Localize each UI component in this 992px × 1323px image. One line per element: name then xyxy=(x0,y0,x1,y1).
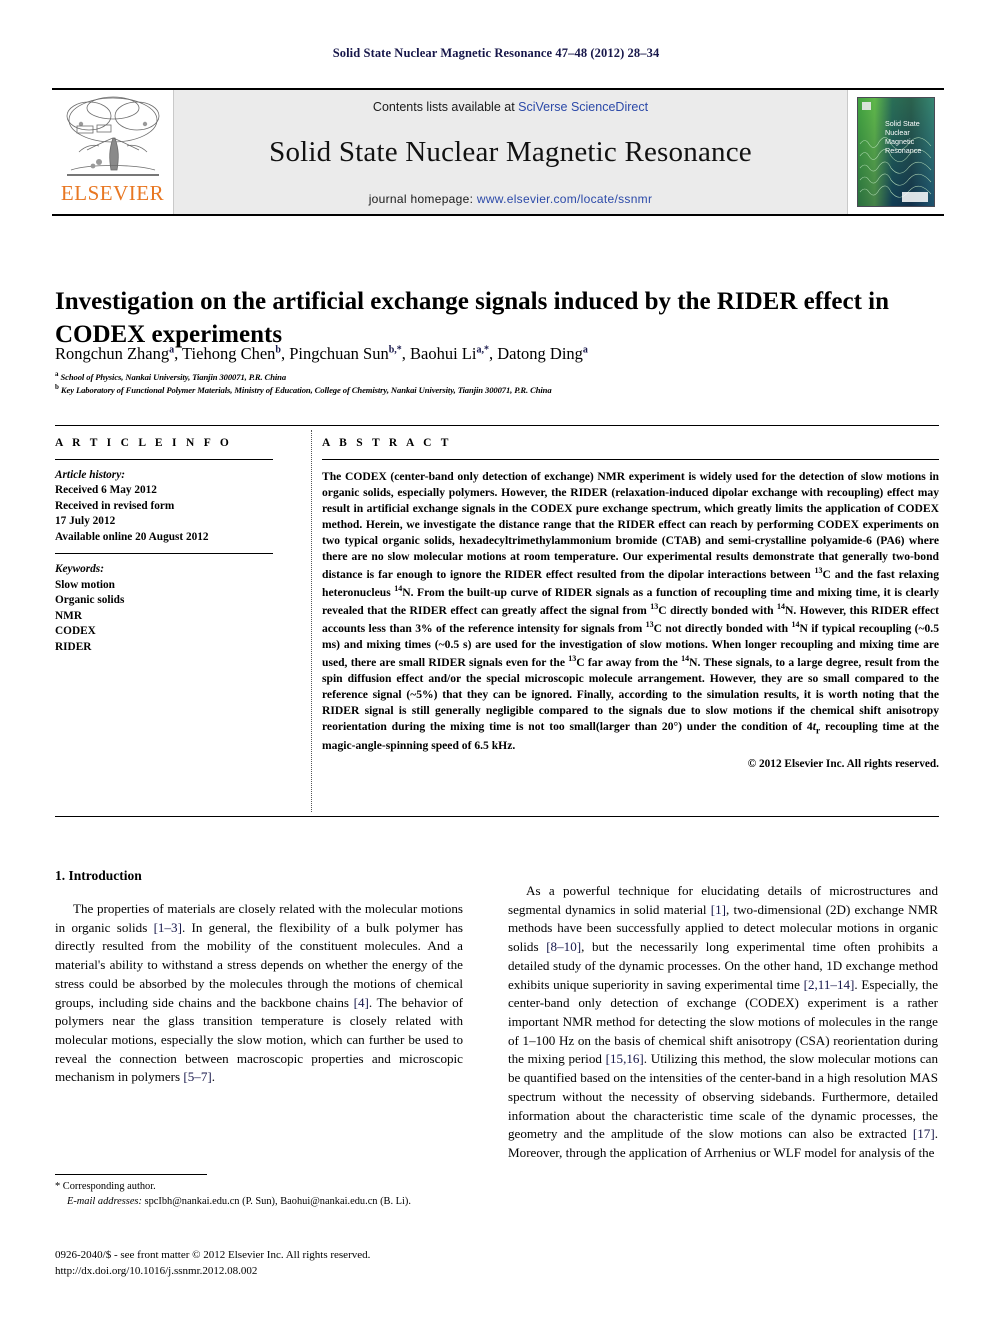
keyword-item: Organic solids xyxy=(55,594,125,607)
affiliation-b: b Key Laboratory of Functional Polymer M… xyxy=(55,383,552,395)
contents-available-line: Contents lists available at SciVerse Sci… xyxy=(373,100,648,114)
band-top-rule xyxy=(55,425,939,426)
contents-prefix: Contents lists available at xyxy=(372,100,519,114)
article-history-line: Received in revised form xyxy=(55,499,175,512)
abstract-column: A B S T R A C T The CODEX (center-band o… xyxy=(322,437,939,770)
sciencedirect-link[interactable]: SciVerse ScienceDirect xyxy=(518,100,648,114)
email-values[interactable]: spcIbh@nankai.edu.cn (P. Sun), Baohui@na… xyxy=(142,1196,411,1207)
author-affil-marker: a,* xyxy=(476,344,489,356)
band-column-divider xyxy=(311,430,312,812)
masthead-center: Contents lists available at SciVerse Sci… xyxy=(174,90,847,214)
article-history-line: Available online 20 August 2012 xyxy=(55,530,209,543)
paragraph-intro-right: As a powerful technique for elucidating … xyxy=(508,883,939,1161)
journal-title: Solid State Nuclear Magnetic Resonance xyxy=(269,136,752,168)
svg-text:Nuclear: Nuclear xyxy=(885,128,910,137)
article-history-label: Article history: xyxy=(55,469,125,481)
keywords-rule xyxy=(55,553,273,555)
abstract-rule xyxy=(322,459,939,460)
keyword-item: RIDER xyxy=(55,640,92,653)
section-heading-introduction: 1. Introduction xyxy=(55,868,142,883)
body-column-right: As a powerful technique for elucidating … xyxy=(508,882,938,1163)
keyword-item: CODEX xyxy=(55,625,96,638)
journal-cover-image: Solid State Nuclear Magnetic Resonance xyxy=(857,97,935,207)
author-list: Rongchun Zhanga, Tiehong Chenb, Pingchua… xyxy=(55,344,588,363)
doi-link[interactable]: http://dx.doi.org/10.1016/j.ssnmr.2012.0… xyxy=(55,1264,555,1280)
article-info-column: A R T I C L E I N F O Article history: R… xyxy=(55,437,295,655)
affil-marker-a: a xyxy=(55,370,59,378)
article-history-line: 17 July 2012 xyxy=(55,515,116,528)
imprint-block: 0926-2040/$ - see front matter © 2012 El… xyxy=(55,1248,555,1280)
article-history-block: Article history: Received 6 May 2012 Rec… xyxy=(55,468,295,545)
page-title: Investigation on the artificial exchange… xyxy=(55,287,890,348)
email-label: E-mail addresses: xyxy=(67,1195,142,1207)
author-affil-marker: a xyxy=(169,344,175,356)
journal-homepage-link[interactable]: www.elsevier.com/locate/ssnmr xyxy=(477,192,652,206)
body-column-left: 1. Introduction The properties of materi… xyxy=(55,868,463,1087)
keyword-item: NMR xyxy=(55,609,82,622)
article-history-line: Received 6 May 2012 xyxy=(55,484,157,497)
abstract-text: The CODEX (center-band only detection of… xyxy=(322,470,940,752)
journal-cover-block: Solid State Nuclear Magnetic Resonance xyxy=(847,90,944,214)
svg-text:Solid State: Solid State xyxy=(885,119,920,128)
journal-homepage-line: journal homepage: www.elsevier.com/locat… xyxy=(369,192,653,206)
footnote-rule xyxy=(55,1174,207,1175)
issn-front-matter: 0926-2040/$ - see front matter © 2012 El… xyxy=(55,1249,371,1261)
affil-marker-b: b xyxy=(55,383,59,391)
article-info-heading: A R T I C L E I N F O xyxy=(55,437,233,449)
affiliation-a: a School of Physics, Nankai University, … xyxy=(55,370,287,382)
keyword-item: Slow motion xyxy=(55,578,115,591)
journal-masthead: ELSEVIER Contents lists available at Sci… xyxy=(52,88,944,216)
svg-text:Resonance: Resonance xyxy=(885,146,921,155)
footnote-block: * Corresponding author. E-mail addresses… xyxy=(55,1180,485,1210)
author-affil-marker: a xyxy=(582,344,588,356)
keywords-block: Keywords: Slow motion Organic solids NMR… xyxy=(55,562,295,655)
homepage-prefix: journal homepage: xyxy=(368,192,477,206)
author-affil-marker: b xyxy=(275,344,281,356)
corresponding-author-note: * Corresponding author. xyxy=(55,1181,156,1192)
abstract-copyright: © 2012 Elsevier Inc. All rights reserved… xyxy=(747,757,939,770)
svg-text:Magnetic: Magnetic xyxy=(885,137,915,146)
elsevier-tree-icon xyxy=(59,94,167,182)
author-affil-marker: b,* xyxy=(388,344,402,356)
running-head: Solid State Nuclear Magnetic Resonance 4… xyxy=(332,46,660,60)
paper-page: Solid State Nuclear Magnetic Resonance 4… xyxy=(0,0,992,1323)
keywords-label: Keywords: xyxy=(55,563,104,576)
email-addresses-line: E-mail addresses: spcIbh@nankai.edu.cn (… xyxy=(55,1195,485,1210)
paragraph-intro-left: The properties of materials are closely … xyxy=(55,901,463,1085)
band-bottom-rule xyxy=(55,816,939,817)
abstract-heading: A B S T R A C T xyxy=(322,437,452,449)
elsevier-wordmark: ELSEVIER xyxy=(60,181,165,205)
article-info-rule xyxy=(55,459,273,460)
elsevier-logo-block: ELSEVIER xyxy=(52,90,174,214)
